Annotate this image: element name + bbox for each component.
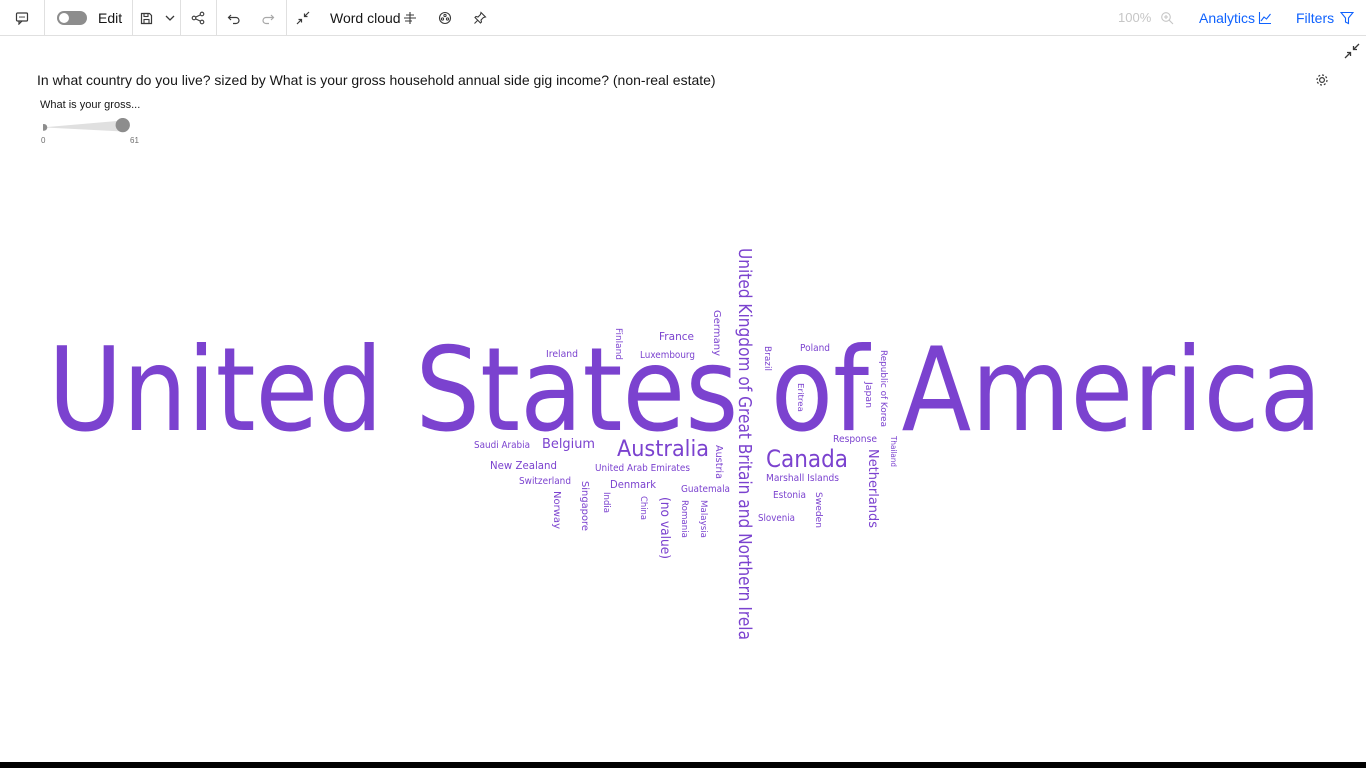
word-cloud-word[interactable]: New Zealand: [490, 459, 557, 472]
word-cloud-word[interactable]: France: [659, 330, 694, 343]
slider-max-handle[interactable]: [115, 118, 130, 133]
analytics-icon: [1258, 12, 1271, 25]
edit-toggle[interactable]: [57, 11, 87, 25]
palette-icon: [438, 11, 452, 25]
settings-button[interactable]: [1313, 71, 1331, 89]
divider: [180, 0, 181, 36]
redo-button[interactable]: [258, 0, 278, 36]
word-cloud-word[interactable]: India: [601, 492, 611, 513]
minimize-icon: [296, 11, 310, 25]
exit-focus-button[interactable]: [1343, 42, 1361, 60]
chart-type-button[interactable]: [401, 0, 419, 36]
word-cloud-word[interactable]: Canada: [766, 445, 848, 473]
toggle-knob: [59, 13, 69, 23]
word-cloud-word[interactable]: Thailand: [889, 435, 898, 467]
divider: [132, 0, 133, 36]
bottom-bar: [0, 762, 1366, 768]
save-button[interactable]: [136, 0, 156, 36]
filters-button[interactable]: Filters: [1296, 0, 1334, 36]
word-cloud-word[interactable]: Ireland: [546, 349, 578, 360]
chevron-down-icon: [165, 15, 175, 21]
zoom-in-icon: [1161, 12, 1174, 25]
analytics-icon-wrap[interactable]: [1257, 0, 1273, 36]
word-cloud-word[interactable]: United States of America: [48, 323, 1322, 458]
chart-type-label[interactable]: Word cloud: [330, 0, 401, 36]
word-cloud-word[interactable]: Norway: [551, 491, 562, 529]
word-cloud-word[interactable]: Belgium: [542, 436, 595, 452]
word-cloud-word[interactable]: Romania: [679, 500, 689, 538]
slider-min-value: 0: [41, 136, 46, 145]
redo-icon: [262, 14, 275, 25]
divider: [216, 0, 217, 36]
word-cloud-word[interactable]: Slovenia: [758, 513, 795, 524]
pin-button[interactable]: [470, 0, 490, 36]
visualization-title: In what country do you live? sized by Wh…: [37, 72, 716, 88]
filter-icon: [1340, 11, 1354, 25]
wordcloud-icon: [404, 12, 416, 24]
word-cloud-word[interactable]: Australia: [617, 437, 709, 462]
divider: [286, 0, 287, 36]
share-icon: [191, 11, 205, 25]
divider: [44, 0, 45, 36]
pin-icon: [474, 11, 487, 24]
word-cloud-word[interactable]: Japan: [863, 381, 873, 408]
size-range-slider[interactable]: [43, 118, 131, 134]
slider-track-fill: [43, 120, 123, 132]
share-button[interactable]: [188, 0, 208, 36]
toolbar: Edit Word cloud 100% Analytics Filters: [0, 0, 1366, 36]
slider-label: What is your gross...: [40, 99, 141, 111]
palette-button[interactable]: [435, 0, 455, 36]
word-cloud: United States of AmericaUnited Kingdom o…: [48, 248, 1322, 640]
slider-min-handle[interactable]: [43, 123, 48, 131]
analytics-button[interactable]: Analytics: [1199, 0, 1255, 36]
filters-icon-wrap[interactable]: [1339, 0, 1355, 36]
word-cloud-word[interactable]: Estonia: [773, 490, 806, 501]
collapse-button[interactable]: [293, 0, 313, 36]
edit-label: Edit: [98, 10, 123, 26]
word-cloud-word[interactable]: Poland: [800, 343, 830, 354]
word-cloud-word[interactable]: China: [638, 496, 648, 520]
gear-icon: [1316, 74, 1328, 86]
word-cloud-word[interactable]: Saudi Arabia: [474, 440, 530, 451]
undo-button[interactable]: [224, 0, 244, 36]
zoom-level: 100%: [1118, 10, 1152, 25]
word-cloud-word[interactable]: Response: [833, 434, 877, 445]
word-cloud-word[interactable]: Marshall Islands: [766, 473, 839, 484]
word-cloud-word[interactable]: Netherlands: [865, 449, 880, 528]
word-cloud-word[interactable]: United Arab Emirates: [595, 463, 690, 474]
word-cloud-word[interactable]: United Kingdom of Great Britain and Nort…: [734, 248, 754, 640]
word-cloud-word[interactable]: Sweden: [813, 492, 823, 528]
word-cloud-word[interactable]: Republic of Korea: [878, 350, 888, 427]
word-cloud-word[interactable]: Austria: [713, 445, 724, 479]
minimize-icon: [1344, 43, 1360, 59]
word-cloud-word[interactable]: Switzerland: [519, 476, 571, 487]
word-cloud-word[interactable]: Brazil: [762, 346, 772, 371]
word-cloud-word[interactable]: Denmark: [610, 478, 657, 491]
word-cloud-word[interactable]: Finland: [613, 328, 623, 360]
save-icon: [140, 12, 152, 24]
comment-icon: [15, 12, 29, 25]
undo-icon: [227, 14, 240, 25]
word-cloud-word[interactable]: Malaysia: [698, 500, 708, 538]
slider-max-value: 61: [130, 136, 139, 145]
zoom-button[interactable]: [1158, 0, 1176, 36]
word-cloud-word[interactable]: Eritrea: [796, 383, 805, 412]
comment-button[interactable]: [10, 0, 34, 36]
word-cloud-word[interactable]: (no value): [657, 497, 672, 559]
word-cloud-word[interactable]: Singapore: [579, 481, 590, 531]
word-cloud-word[interactable]: Luxembourg: [640, 350, 695, 361]
save-menu-button[interactable]: [160, 0, 180, 36]
word-cloud-word[interactable]: Germany: [711, 310, 722, 356]
word-cloud-word[interactable]: Guatemala: [681, 484, 730, 495]
